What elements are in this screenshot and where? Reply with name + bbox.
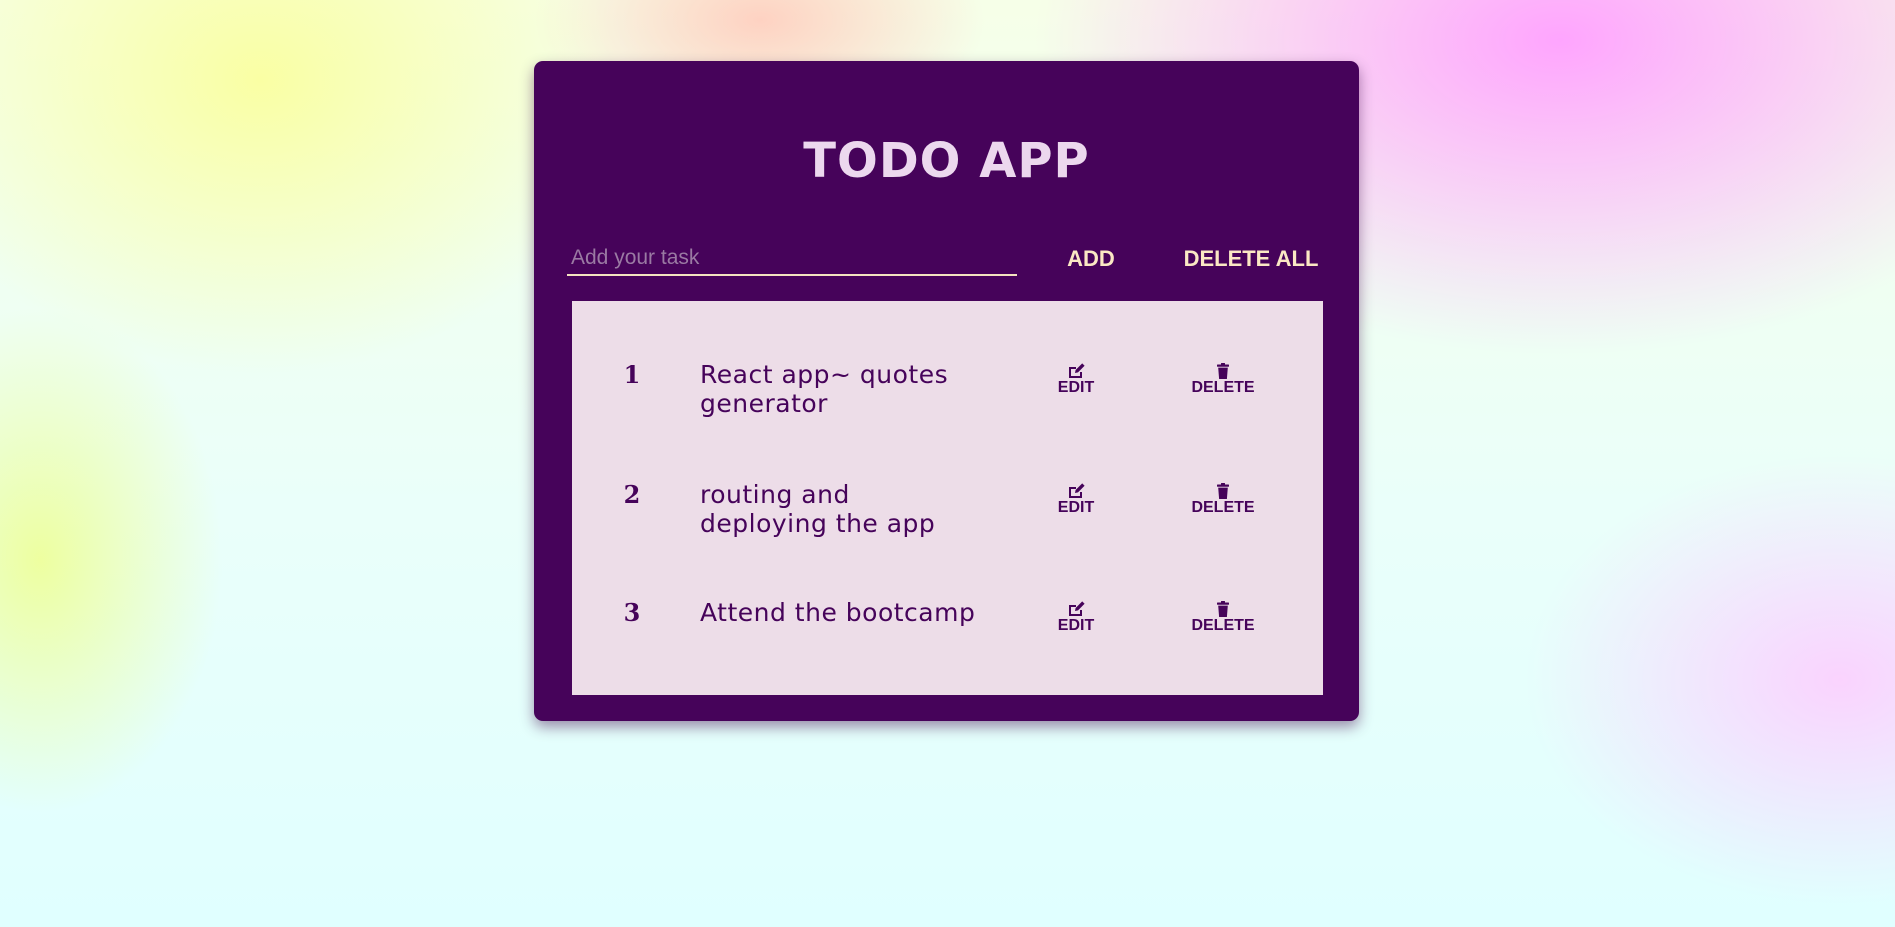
task-text: routing and deploying the app [700,480,936,538]
task-number: 1 [623,360,641,389]
task-text: React app~ quotes generator [700,360,949,418]
delete-label: DELETE [1191,379,1255,396]
edit-button[interactable]: EDIT [1031,363,1121,397]
task-text: Attend the bootcamp [700,598,976,627]
todo-card: TODO APP ADD DELETE ALL 1 React app~ quo… [534,61,1359,721]
task-input[interactable] [567,242,1017,276]
delete-all-button[interactable]: DELETE ALL [1156,248,1346,270]
edit-button[interactable]: EDIT [1031,601,1121,635]
delete-button[interactable]: DELETE [1178,483,1268,517]
edit-icon [1069,483,1085,498]
task-number: 3 [623,598,641,627]
task-number: 2 [623,480,641,509]
task-row: 1 React app~ quotes generator EDIT DELET… [572,321,1323,421]
task-row: 3 Attend the bootcamp EDIT DELETE [572,559,1323,659]
delete-button[interactable]: DELETE [1178,363,1268,397]
delete-label: DELETE [1191,499,1255,516]
edit-label: EDIT [1057,379,1095,396]
trash-icon [1217,363,1229,379]
task-list: 1 React app~ quotes generator EDIT DELET… [572,301,1323,695]
delete-button[interactable]: DELETE [1178,601,1268,635]
edit-button[interactable]: EDIT [1031,483,1121,517]
app-title: TODO APP [803,133,1090,189]
trash-icon [1217,601,1229,617]
delete-label: DELETE [1191,617,1255,634]
edit-icon [1069,363,1085,378]
edit-label: EDIT [1057,499,1095,516]
add-button[interactable]: ADD [1061,248,1121,270]
trash-icon [1217,483,1229,499]
edit-icon [1069,601,1085,616]
edit-label: EDIT [1057,617,1095,634]
task-row: 2 routing and deploying the app EDIT DEL… [572,441,1323,541]
